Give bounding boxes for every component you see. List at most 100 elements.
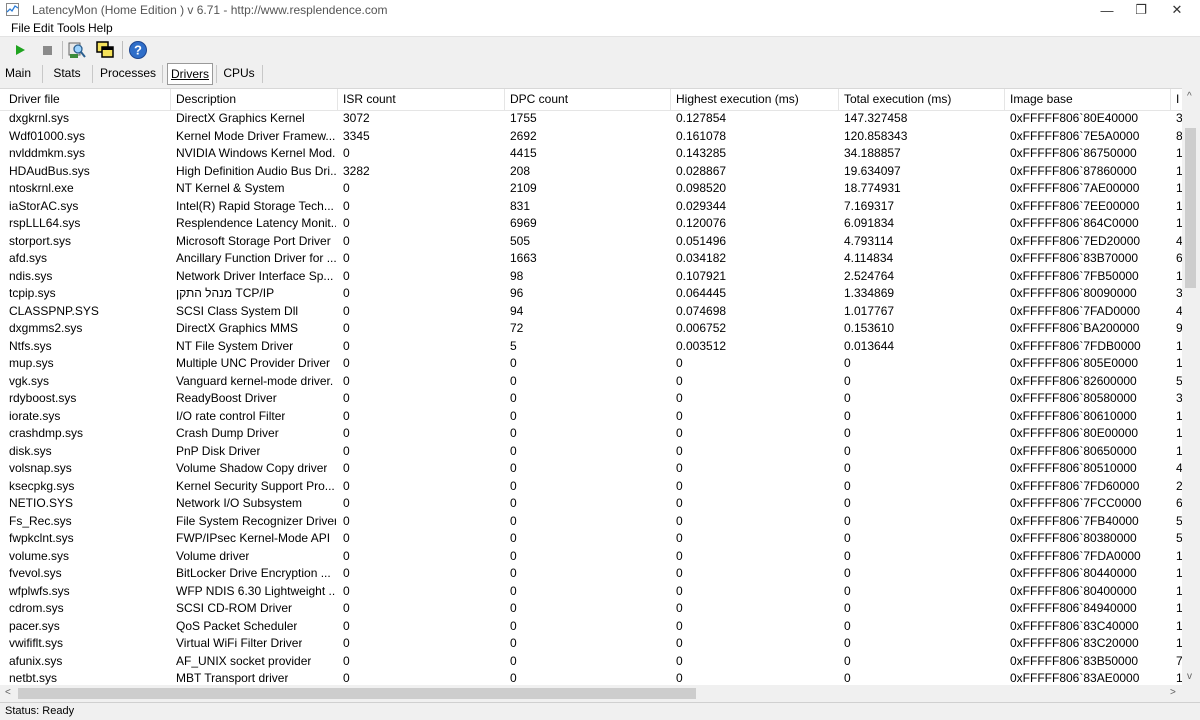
table-row[interactable]: dxgkrnl.sys DirectX Graphics Kernel 3072 17… — [0, 110, 1182, 128]
cell-driver-file: afunix.sys — [9, 653, 63, 668]
table-row[interactable]: volsnap.sys Volume Shadow Copy driver 0 0 0 0… — [0, 460, 1182, 478]
status-text: Status: Ready — [5, 705, 75, 717]
table-row[interactable]: NETIO.SYS Network I/O Subsystem 0 0 0 0 0xFFFF… — [0, 495, 1182, 513]
table-row[interactable]: nvlddmkm.sys NVIDIA Windows Kernel Mod...… — [0, 145, 1182, 163]
table-row[interactable]: ksecpkg.sys Kernel Security Support Pro..… — [0, 478, 1182, 496]
cell-isr-count: 0 — [343, 583, 350, 598]
table-row[interactable]: afunix.sys AF_UNIX socket provider 0 0 0 0 0xF… — [0, 653, 1182, 671]
table-row[interactable]: wfplwfs.sys WFP NDIS 6.30 Lightweight ...… — [0, 583, 1182, 601]
windows-icon[interactable] — [94, 39, 116, 61]
cell-isr-count: 0 — [343, 671, 350, 685]
cell-total-execution: 0 — [844, 496, 851, 510]
table-row[interactable]: dxgmms2.sys DirectX Graphics MMS 0 72 0.0067… — [0, 320, 1182, 338]
table-row[interactable]: ndis.sys Network Driver Interface Sp... 0 9… — [0, 268, 1182, 286]
column-header-extra[interactable]: I — [1176, 92, 1179, 106]
table-row[interactable]: netbt.sys MBT Transport driver 0 0 0 0 0xFFFFF… — [0, 670, 1182, 686]
table-row[interactable]: fwpkclnt.sys FWP/IPsec Kernel-Mode API 0 0 0… — [0, 530, 1182, 548]
tab-stats[interactable]: Stats — [52, 63, 82, 83]
cell-dpc-count: 98 — [510, 268, 524, 283]
menu-file[interactable]: File — [11, 21, 30, 35]
cell-image-base: 0xFFFFF806`84940000 — [1010, 601, 1137, 615]
table-row[interactable]: rdyboost.sys ReadyBoost Driver 0 0 0 0 0xFFFFF… — [0, 390, 1182, 408]
table-row[interactable]: pacer.sys QoS Packet Scheduler 0 0 0 0 0xFFFFF… — [0, 618, 1182, 636]
table-row[interactable]: tcpip.sys מנהל התקן TCP/IP 0 96 0.064445 1.33… — [0, 285, 1182, 303]
vertical-scroll-thumb[interactable] — [1185, 128, 1196, 288]
horizontal-scroll-thumb[interactable] — [18, 688, 696, 699]
cell-isr-count: 0 — [343, 251, 350, 265]
cell-highest-execution: 0.098520 — [676, 181, 727, 195]
column-header-image-base[interactable]: Image base — [1010, 92, 1073, 106]
table-row[interactable]: vgk.sys Vanguard kernel-mode driver. 0 0 0 0 0… — [0, 373, 1182, 391]
table-row[interactable]: cdrom.sys SCSI CD-ROM Driver 0 0 0 0 0xFFFFF80… — [0, 600, 1182, 618]
column-divider[interactable] — [670, 89, 671, 110]
column-header-isr-count[interactable]: ISR count — [343, 92, 396, 106]
cell-dpc-count: 94 — [510, 303, 524, 318]
table-row[interactable]: HDAudBus.sys High Definition Audio Bus Dr… — [0, 163, 1182, 181]
table-row[interactable]: ntoskrnl.exe NT Kernel & System 0 2109 0.098… — [0, 180, 1182, 198]
table-row[interactable]: afd.sys Ancillary Function Driver for ...… — [0, 250, 1182, 268]
column-divider[interactable] — [838, 89, 839, 110]
column-divider[interactable] — [1004, 89, 1005, 110]
table-row[interactable]: volume.sys Volume driver 0 0 0 0 0xFFFFF806`7F… — [0, 548, 1182, 566]
cell-isr-count: 0 — [343, 391, 350, 405]
table-row[interactable]: disk.sys PnP Disk Driver 0 0 0 0 0xFFFFF806`80… — [0, 443, 1182, 461]
window-title: LatencyMon (Home Edition ) v 6.71 - http… — [32, 3, 388, 17]
cell-driver-file: Wdf01000.sys — [9, 128, 86, 143]
table-row[interactable]: Ntfs.sys NT File System Driver 0 5 0.003512 0… — [0, 338, 1182, 356]
column-divider[interactable] — [337, 89, 338, 110]
close-button[interactable]: ✕ — [1154, 0, 1200, 20]
table-row[interactable]: vwififlt.sys Virtual WiFi Filter Driver 0 0… — [0, 635, 1182, 653]
drivers-search-icon[interactable] — [66, 39, 88, 61]
column-header-description[interactable]: Description — [176, 92, 236, 106]
table-row[interactable]: mup.sys Multiple UNC Provider Driver 0 0 0 0 0… — [0, 355, 1182, 373]
tab-processes[interactable]: Processes — [100, 63, 156, 83]
horizontal-scrollbar[interactable]: < > — [0, 685, 1182, 702]
column-divider[interactable] — [504, 89, 505, 110]
tab-cpus[interactable]: CPUs — [222, 63, 256, 83]
cell-description: BitLocker Drive Encryption ... — [176, 566, 331, 580]
cell-dpc-count: 0 — [510, 391, 517, 405]
column-divider[interactable] — [170, 89, 171, 110]
scroll-right-arrow[interactable]: > — [1170, 687, 1176, 698]
table-row[interactable]: crashdmp.sys Crash Dump Driver 0 0 0 0 0xFFFFF… — [0, 425, 1182, 443]
cell-driver-file: dxgkrnl.sys — [9, 111, 70, 125]
table-row[interactable]: Fs_Rec.sys File System Recognizer Driver 0… — [0, 513, 1182, 531]
table-row[interactable]: fvevol.sys BitLocker Drive Encryption ...… — [0, 565, 1182, 583]
column-header-total-execution[interactable]: Total execution (ms) — [844, 92, 951, 106]
menu-edit[interactable]: Edit — [33, 21, 54, 35]
tab-main[interactable]: Main — [4, 63, 32, 83]
play-icon[interactable] — [9, 39, 31, 61]
stop-icon[interactable] — [36, 39, 58, 61]
tab-drivers[interactable]: Drivers — [167, 63, 213, 85]
cell-description: DirectX Graphics Kernel — [176, 111, 305, 125]
table-row[interactable]: rspLLL64.sys Resplendence Latency Monit..… — [0, 215, 1182, 233]
column-divider[interactable] — [1170, 89, 1171, 110]
cell-image-base: 0xFFFFF806`80380000 — [1010, 531, 1137, 545]
cell-dpc-count: 2109 — [510, 181, 537, 195]
vertical-scrollbar[interactable]: ^ v — [1182, 88, 1200, 685]
cell-total-execution: 0 — [844, 356, 851, 370]
cell-driver-file: nvlddmkm.sys — [9, 146, 86, 160]
scroll-down-arrow[interactable]: v — [1187, 671, 1192, 682]
column-header-dpc-count[interactable]: DPC count — [510, 92, 568, 106]
scroll-up-arrow[interactable]: ^ — [1187, 91, 1192, 102]
cell-total-execution: 0 — [844, 548, 851, 563]
menu-help[interactable]: Help — [88, 21, 113, 35]
column-header-highest-execution[interactable]: Highest execution (ms) — [676, 92, 799, 106]
cell-description: QoS Packet Scheduler — [176, 618, 298, 633]
table-row[interactable]: CLASSPNP.SYS SCSI Class System Dll 0 94 0.07… — [0, 303, 1182, 321]
column-header-driver-file[interactable]: Driver file — [9, 92, 60, 106]
cell-total-execution: 0 — [844, 391, 851, 405]
table-row[interactable]: storport.sys Microsoft Storage Port Drive… — [0, 233, 1182, 251]
table-header: Driver file Description ISR count DPC count… — [0, 89, 1182, 111]
cell-total-execution: 0 — [844, 566, 851, 580]
menu-tools[interactable]: Tools — [57, 21, 85, 35]
table-row[interactable]: Wdf01000.sys Kernel Mode Driver Framew...… — [0, 128, 1182, 146]
table-row[interactable]: iorate.sys I/O rate control Filter 0 0 0 0 0xF… — [0, 408, 1182, 426]
cell-image-base: 0xFFFFF806`80580000 — [1010, 391, 1137, 405]
scroll-left-arrow[interactable]: < — [5, 687, 11, 698]
table-row[interactable]: iaStorAC.sys Intel(R) Rapid Storage Tech.… — [0, 198, 1182, 216]
cell-image-base: 0xFFFFF806`7FCC0000 — [1010, 496, 1142, 510]
help-icon[interactable]: ? — [127, 39, 149, 61]
cell-highest-execution: 0 — [676, 513, 683, 528]
